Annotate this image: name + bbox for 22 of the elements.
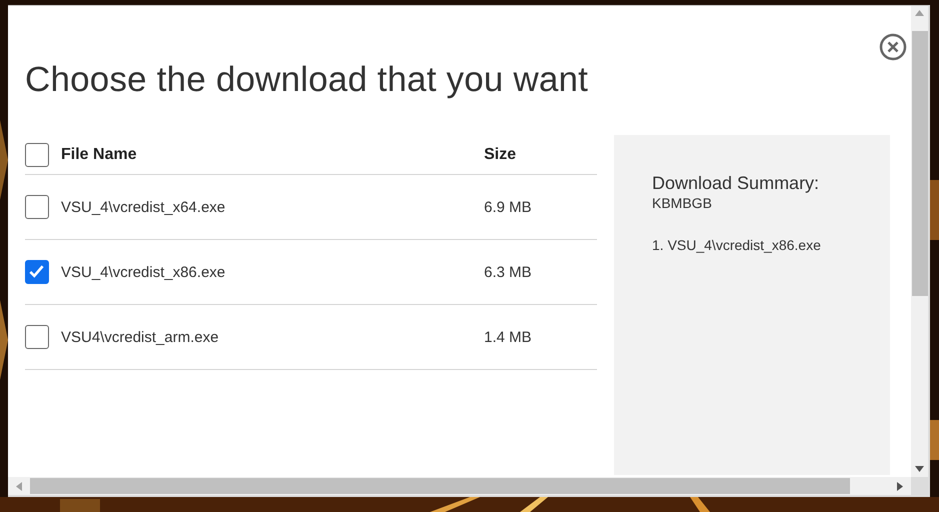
file-name: VSU_4\vcredist_x86.exe	[61, 264, 226, 280]
checkbox[interactable]	[25, 142, 49, 166]
file-size: 6.9 MB	[484, 198, 533, 216]
dialog-title: Choose the download that you want	[25, 60, 588, 100]
close-icon[interactable]	[879, 33, 907, 61]
scrollbar-corner	[911, 477, 928, 495]
file-name: VSU_4\vcredist_x64.exe	[61, 198, 226, 216]
column-header: Size	[484, 146, 518, 164]
scroll-right-icon[interactable]	[897, 482, 903, 491]
summary-title: Download Summary:	[652, 173, 820, 194]
checkbox[interactable]	[25, 325, 49, 349]
file-name: VSU4\vcredist_arm.exe	[61, 328, 220, 346]
scroll-down-icon[interactable]	[915, 466, 924, 472]
vertical-scrollbar[interactable]	[911, 6, 928, 477]
checkbox[interactable]	[25, 195, 49, 219]
summary-subtitle: KBMBGB	[652, 195, 712, 211]
file-size: 1.4 MB	[484, 328, 533, 346]
file-size: 6.3 MB	[484, 264, 533, 280]
horizontal-scrollbar[interactable]	[8, 477, 911, 495]
summary-item: 1. VSU_4\vcredist_x86.exe	[652, 237, 821, 253]
column-header: File Name	[61, 146, 138, 164]
checkbox[interactable]	[25, 260, 49, 284]
